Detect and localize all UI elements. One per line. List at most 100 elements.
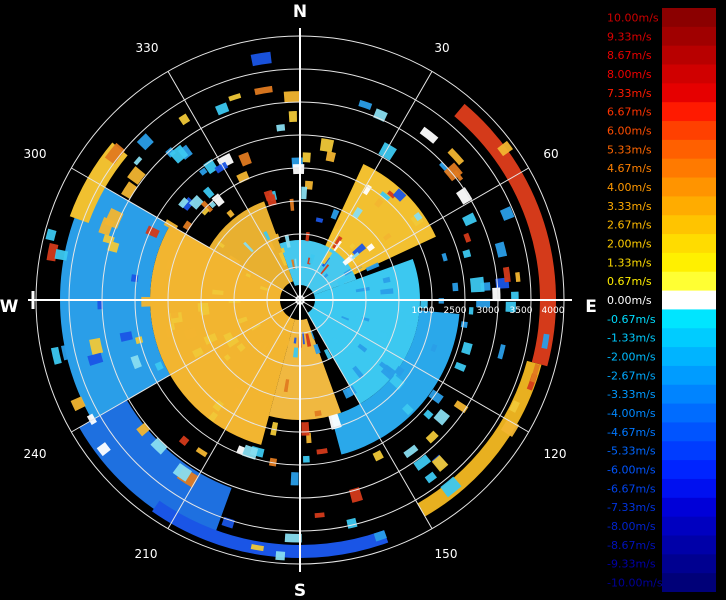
echo-bin [423,409,434,420]
range-label-4000: 4000 [542,306,565,316]
echo-bin [462,249,472,259]
legend-label: -6.00m/s [607,464,656,477]
echo-bin [283,91,302,103]
legend-swatch [662,478,716,499]
echo-bin [178,113,191,126]
echo-bin [358,99,373,110]
legend-label: -0.67m/s [607,313,656,326]
echo-bin [228,93,242,102]
legend-label: -10.00m/s [607,577,663,590]
legend-label: 4.00m/s [607,181,652,194]
azimuth-label-210: 210 [135,547,158,561]
echo-bin [319,138,335,153]
range-label-1000: 1000 [412,306,435,316]
echo-bin [170,311,179,319]
legend-swatch [662,121,716,141]
echo-bin [452,282,459,292]
north-label: N [293,2,307,22]
blue-echo-southwest [79,400,232,540]
legend-swatch [662,328,716,348]
echo-bin [515,272,521,283]
legend-label: -4.00m/s [607,407,656,420]
echo-bin [497,344,506,360]
echo-bin [117,282,124,291]
echo-bin [463,232,472,243]
echo-bin [45,228,57,242]
echo-bin [494,241,508,258]
legend-swatch [662,158,716,179]
legend-swatch [662,460,716,480]
legend-label: 3.33m/s [607,200,652,213]
echo-bin [346,517,358,529]
legend-swatch [662,516,716,536]
legend-label: 5.33m/s [607,143,652,156]
echo-bin [314,410,322,417]
velocity-color-legend: 10.00m/s 9.33m/s 8.67m/s 8.00m/s 7.33m/s 6.67… [607,8,716,592]
legend-label: 8.67m/s [607,49,652,62]
legend-label: -7.33m/s [607,501,656,514]
legend-swatch [662,535,716,555]
legend-label: -8.67m/s [607,539,656,552]
echo-bin [276,124,286,132]
echo-bin [315,217,324,223]
east-label: E [585,297,597,317]
legend-swatch [662,403,716,423]
legend-label: 6.00m/s [607,124,652,137]
legend-swatch [662,215,716,235]
legend-label: -3.33m/s [607,388,656,401]
legend-swatch [662,309,716,329]
legend-label: -5.33m/s [607,445,656,458]
range-label-3000: 3000 [477,306,500,316]
echo-bin [419,126,439,144]
legend-label: 10.00m/s [607,11,659,24]
polar-grid [28,28,572,572]
echo-bin [330,209,340,220]
echo-bin [195,447,208,458]
legend-label: 8.00m/s [607,68,652,81]
echo-bin [127,166,146,185]
legend-label: 7.33m/s [607,87,652,100]
legend-swatch [662,290,716,310]
range-label-3500: 3500 [510,306,533,316]
echo-bin [460,321,468,329]
echo-bin [403,444,419,459]
echo-bin [468,307,474,315]
legend-label: -2.00m/s [607,351,656,364]
echo-bin [136,133,154,151]
azimuth-label-60: 60 [543,147,558,161]
echo-bin [288,111,297,123]
legend-swatch [662,139,716,160]
echo-bin [254,85,273,96]
echo-bin [303,455,310,463]
echo-bin [305,231,310,242]
range-label-2500: 2500 [444,306,467,316]
legend-swatch [662,102,716,122]
legend-label: 0.67m/s [607,275,652,288]
legend-swatch [662,573,716,592]
legend-swatch [662,83,716,103]
legend-swatch [662,45,716,66]
echo-bin [431,455,449,472]
legend-swatch [662,271,716,292]
echo-bin [441,252,448,262]
legend-swatch [662,196,716,216]
west-label: W [0,297,19,317]
legend-swatch [662,252,716,273]
echo-bin [250,51,272,67]
echo-bin [378,142,397,161]
echo-bin [325,151,336,163]
legend-swatch [662,26,716,47]
legend-label: -8.00m/s [607,520,656,533]
echo-bin [301,421,310,436]
legend-swatch [662,497,716,518]
echo-bin [302,152,311,163]
legend-label: 0.00m/s [607,294,652,307]
echo-bin [462,212,477,227]
echo-bin [314,512,325,518]
echo-bin [215,102,230,116]
legend-label: -2.67m/s [607,369,656,382]
legend-swatch [662,422,716,442]
legend-label: 6.67m/s [607,106,652,119]
echo-bin [373,108,388,122]
echo-bin [372,450,384,462]
